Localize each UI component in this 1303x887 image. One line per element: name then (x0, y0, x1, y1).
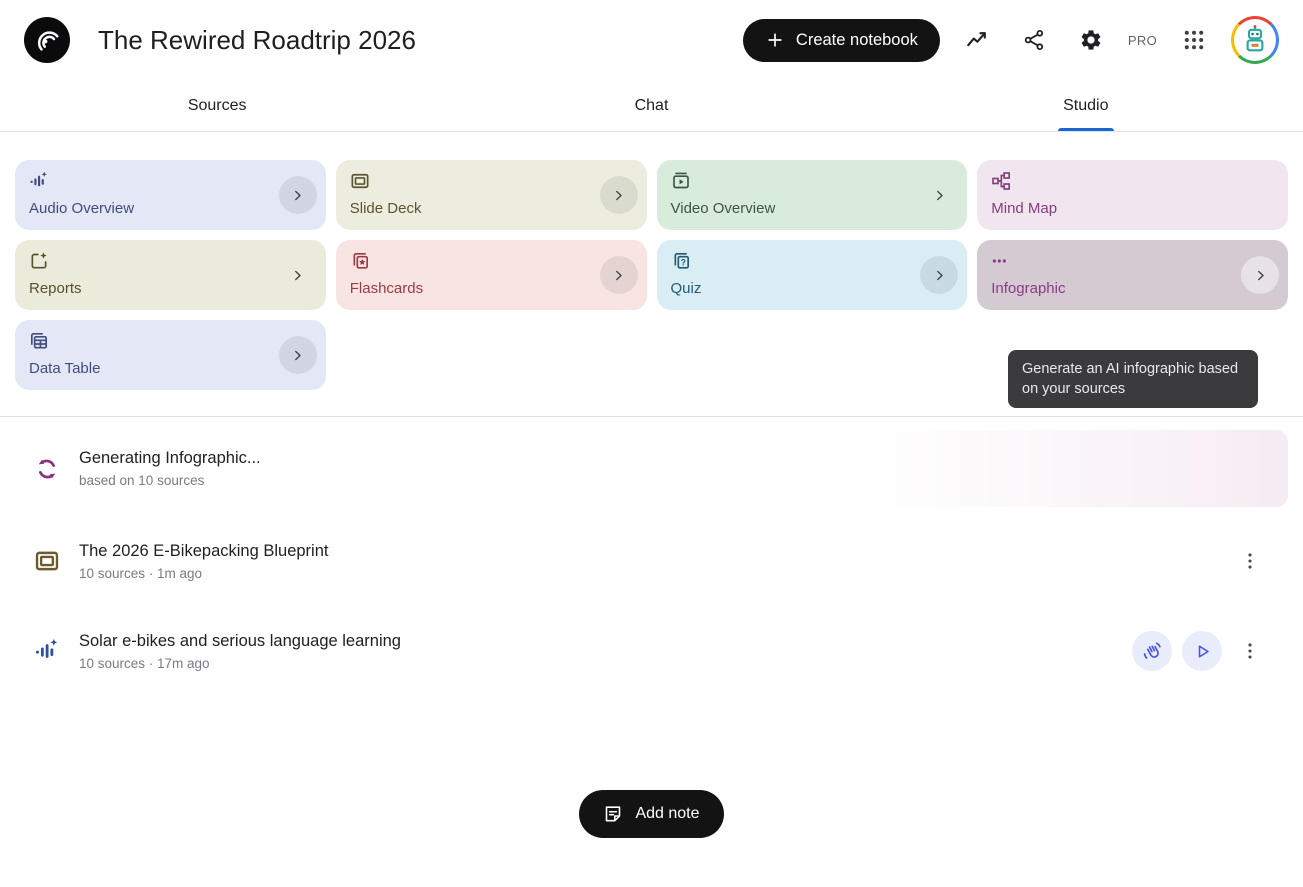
studio-card-video-overview[interactable]: Video Overview (657, 160, 968, 230)
more-options-button[interactable] (1234, 545, 1266, 577)
infographic-tooltip: Generate an AI infographic based on your… (1008, 350, 1258, 408)
video-overview-icon (671, 171, 691, 191)
artifact-row-generating-infographic[interactable]: Generating Infographic... based on 10 so… (15, 430, 1288, 507)
chevron-right-icon[interactable] (1241, 256, 1279, 294)
audio-waveform-icon (29, 171, 49, 191)
card-label: Flashcards (350, 280, 633, 297)
analytics-button[interactable] (957, 20, 997, 60)
app-header: The Rewired Roadtrip 2026 Create noteboo… (0, 0, 1303, 80)
settings-gear-icon (1079, 28, 1103, 52)
studio-card-flashcards[interactable]: Flashcards (336, 240, 647, 310)
notebooklm-logo[interactable] (24, 17, 70, 63)
artifact-title: Solar e-bikes and serious language learn… (79, 632, 401, 651)
create-notebook-button[interactable]: Create notebook (743, 19, 940, 62)
add-note-label: Add note (635, 805, 699, 823)
artifact-subtitle: based on 10 sources (79, 473, 261, 488)
sync-spinner-icon (15, 456, 79, 482)
studio-card-audio-overview[interactable]: Audio Overview (15, 160, 326, 230)
chevron-right-icon[interactable] (279, 256, 317, 294)
pro-badge: PRO (1128, 33, 1157, 48)
studio-card-data-table[interactable]: Data Table (15, 320, 326, 390)
card-label: Mind Map (991, 200, 1274, 217)
plus-icon (765, 30, 785, 50)
card-label: Quiz (671, 280, 954, 297)
studio-card-mind-map[interactable]: Mind Map (977, 160, 1288, 230)
kebab-menu-icon (1239, 640, 1261, 662)
play-icon (1192, 641, 1213, 662)
footer: Add note (0, 790, 1303, 838)
data-table-icon (29, 331, 49, 351)
waving-hand-icon (1142, 641, 1163, 662)
card-label: Audio Overview (29, 200, 312, 217)
mind-map-icon (991, 171, 1011, 191)
artifact-row-audio-overview[interactable]: Solar e-bikes and serious language learn… (15, 615, 1288, 687)
audio-waveform-icon (15, 638, 79, 664)
chevron-right-icon[interactable] (600, 256, 638, 294)
chevron-right-icon[interactable] (600, 176, 638, 214)
create-notebook-label: Create notebook (796, 31, 918, 50)
artifact-subtitle: 10 sources · 17m ago (79, 656, 401, 671)
chevron-right-icon[interactable] (279, 176, 317, 214)
note-icon (603, 804, 623, 824)
notebook-title[interactable]: The Rewired Roadtrip 2026 (98, 25, 416, 56)
google-apps-button[interactable] (1174, 20, 1214, 60)
flashcards-icon (350, 251, 370, 271)
interactive-mode-button[interactable] (1132, 631, 1172, 671)
card-label: Data Table (29, 360, 312, 377)
chevron-right-icon[interactable] (920, 256, 958, 294)
studio-card-quiz[interactable]: ? Quiz (657, 240, 968, 310)
quiz-icon: ? (671, 251, 691, 271)
studio-panel: Audio Overview Slide Deck (0, 160, 1303, 838)
tab-studio[interactable]: Studio (869, 80, 1303, 131)
generating-shimmer (855, 430, 1288, 507)
tab-chat[interactable]: Chat (434, 80, 868, 131)
svg-text:?: ? (680, 258, 685, 268)
studio-card-slide-deck[interactable]: Slide Deck (336, 160, 647, 230)
play-button[interactable] (1182, 631, 1222, 671)
chevron-right-icon[interactable] (920, 176, 958, 214)
avatar-robot-image (1234, 19, 1276, 61)
settings-button[interactable] (1071, 20, 1111, 60)
user-avatar[interactable] (1231, 16, 1279, 64)
report-sparkle-icon (29, 251, 49, 271)
studio-card-reports[interactable]: Reports (15, 240, 326, 310)
share-icon (1022, 28, 1046, 52)
more-options-button[interactable] (1234, 635, 1266, 667)
panel-tabs: Sources Chat Studio (0, 80, 1303, 132)
share-button[interactable] (1014, 20, 1054, 60)
add-note-button[interactable]: Add note (579, 790, 723, 838)
artifact-list: Generating Infographic... based on 10 so… (0, 417, 1303, 687)
card-label: Video Overview (671, 200, 954, 217)
card-label: Infographic (991, 280, 1274, 297)
artifact-row-slide-deck[interactable]: The 2026 E-Bikepacking Blueprint 10 sour… (15, 525, 1288, 597)
artifact-title: The 2026 E-Bikepacking Blueprint (79, 542, 328, 561)
kebab-menu-icon (1239, 550, 1261, 572)
tab-sources[interactable]: Sources (0, 80, 434, 131)
trending-up-icon (965, 28, 989, 52)
artifact-subtitle: 10 sources · 1m ago (79, 566, 328, 581)
card-label: Reports (29, 280, 312, 297)
studio-card-infographic[interactable]: Infographic (977, 240, 1288, 310)
artifact-title: Generating Infographic... (79, 449, 261, 468)
apps-grid-icon (1182, 28, 1206, 52)
ellipsis-loading-icon (991, 251, 1011, 271)
slide-deck-icon (350, 171, 370, 191)
slide-deck-icon (15, 548, 79, 574)
card-label: Slide Deck (350, 200, 633, 217)
chevron-right-icon[interactable] (279, 336, 317, 374)
